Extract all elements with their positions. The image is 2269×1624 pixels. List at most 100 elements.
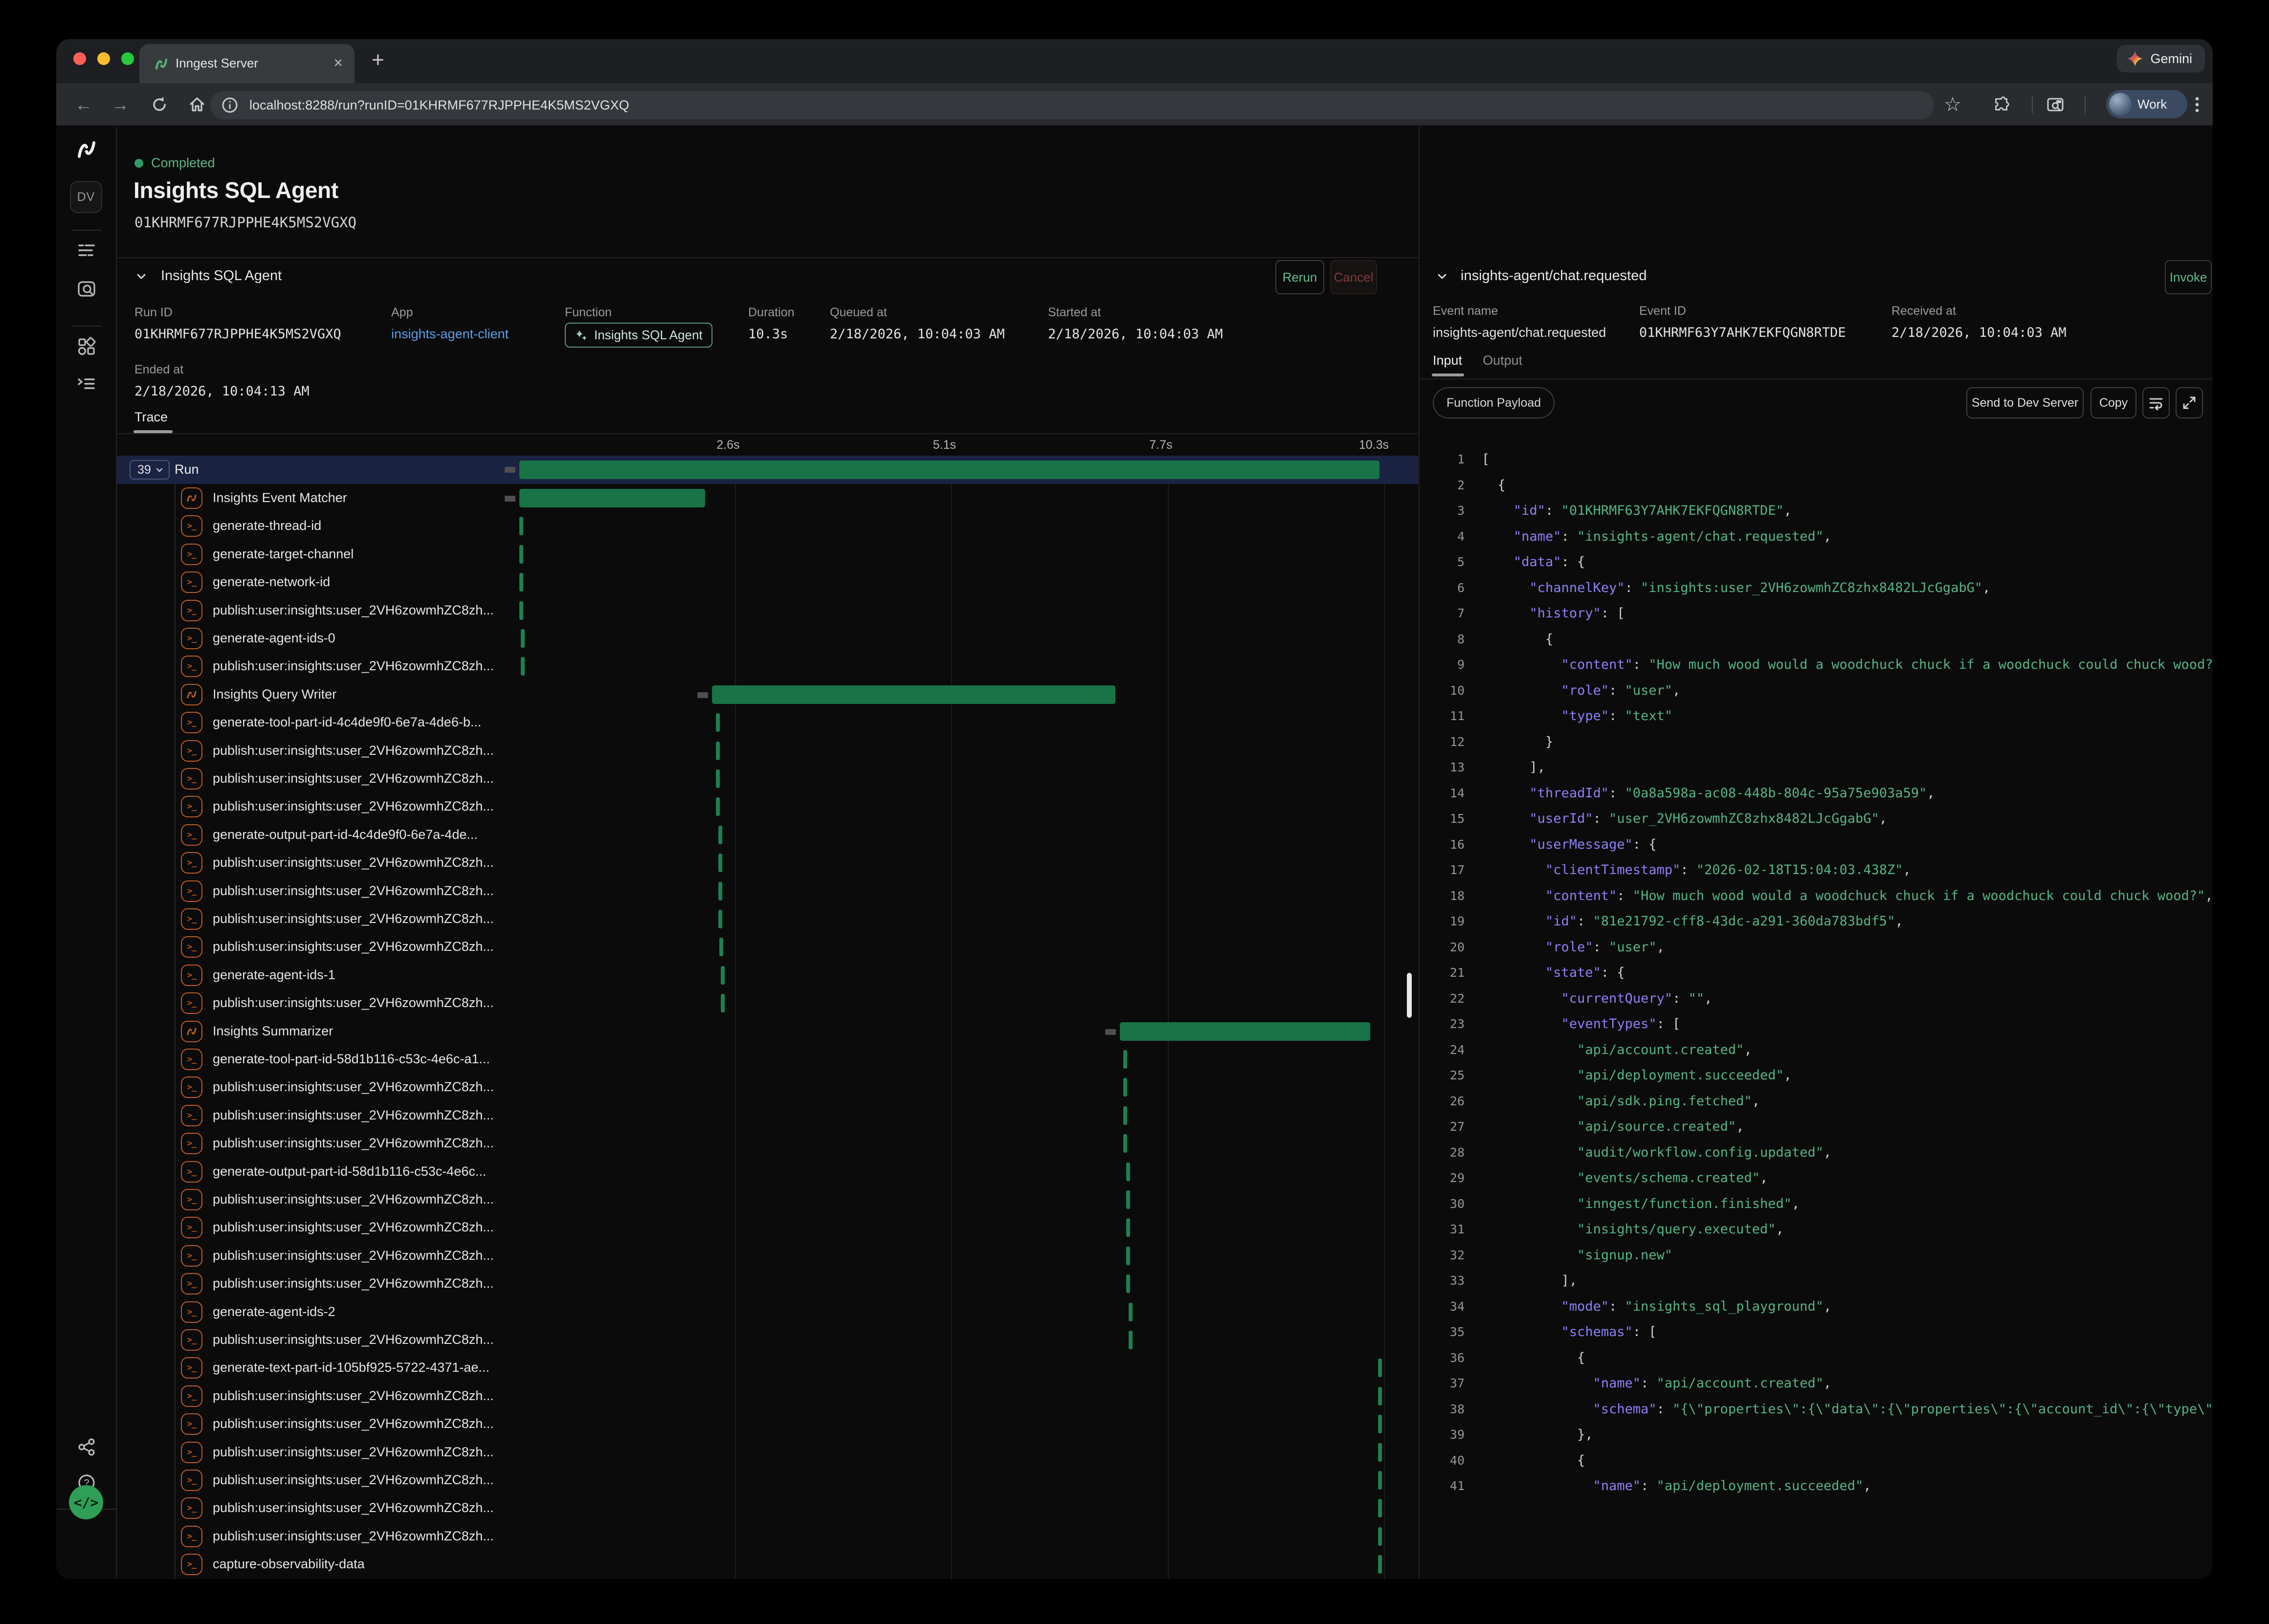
trace-row[interactable]: >_publish:user:insights:user_2VH6zowmhZC…: [117, 1466, 1418, 1494]
app-link[interactable]: insights-agent-client: [391, 327, 509, 342]
minimize-window-button[interactable]: [97, 52, 110, 65]
trace-row-label: publish:user:insights:user_2VH6zowmhZC8z…: [213, 1136, 494, 1151]
trace-row[interactable]: >_generate-text-part-id-105bf925-5722-43…: [117, 1354, 1418, 1382]
trace-row[interactable]: >_publish:user:insights:user_2VH6zowmhZC…: [117, 1494, 1418, 1522]
profile-button[interactable]: Work: [2106, 90, 2187, 118]
reload-icon[interactable]: [147, 92, 172, 117]
tab-output[interactable]: Output: [1483, 353, 1522, 368]
trace-row[interactable]: >_publish:user:insights:user_2VH6zowmhZC…: [117, 1522, 1418, 1551]
line-number: 18: [1421, 883, 1465, 909]
trace-row[interactable]: >_generate-target-channel: [117, 540, 1418, 569]
function-payload-toggle[interactable]: Function Payload: [1433, 387, 1555, 418]
trace-row[interactable]: >_publish:user:insights:user_2VH6zowmhZC…: [117, 1101, 1418, 1130]
trace-row[interactable]: >_generate-output-part-id-58d1b116-c53c-…: [117, 1158, 1418, 1186]
inngest-favicon-icon: [153, 56, 170, 72]
event-section-header[interactable]: insights-agent/chat.requested: [1435, 268, 1646, 284]
tab-input[interactable]: Input: [1433, 353, 1462, 368]
trace-row[interactable]: Insights Summarizer: [117, 1017, 1418, 1046]
sidebar-item-apps[interactable]: [56, 335, 117, 358]
trace-row[interactable]: >_publish:user:insights:user_2VH6zowmhZC…: [117, 1129, 1418, 1158]
trace-row[interactable]: >_generate-agent-ids-0: [117, 624, 1418, 653]
tab-title: Inngest Server: [176, 56, 258, 71]
trace-row[interactable]: >_generate-tool-part-id-58d1b116-c53c-4e…: [117, 1045, 1418, 1074]
extensions-icon[interactable]: [1989, 92, 2014, 117]
run-section-header[interactable]: Insights SQL Agent: [134, 268, 282, 284]
invoke-button[interactable]: Invoke: [2165, 260, 2212, 294]
trace-row[interactable]: >_publish:user:insights:user_2VH6zowmhZC…: [117, 792, 1418, 821]
trace-row[interactable]: >_publish:user:insights:user_2VH6zowmhZC…: [117, 1185, 1418, 1214]
word-wrap-icon[interactable]: [2142, 387, 2170, 418]
send-to-dev-server-button[interactable]: Send to Dev Server: [1966, 387, 2084, 418]
trace-scrollbar-thumb[interactable]: [1407, 973, 1412, 1018]
trace-row[interactable]: >_publish:user:insights:user_2VH6zowmhZC…: [117, 849, 1418, 877]
step-terminal-icon: >_: [181, 600, 202, 621]
trace-row[interactable]: >_publish:user:insights:user_2VH6zowmhZC…: [117, 989, 1418, 1017]
dev-mode-button[interactable]: </>: [69, 1485, 103, 1519]
code-text: }: [1465, 729, 1553, 755]
url-bar[interactable]: localhost:8288/run?runID=01KHRMF677RJPPH…: [210, 91, 1934, 119]
sidebar-item-runs[interactable]: [56, 240, 117, 261]
trace-row[interactable]: >_generate-output-part-id-4c4de9f0-6e7a-…: [117, 821, 1418, 849]
trace-row[interactable]: >_publish:user:insights:user_2VH6zowmhZC…: [117, 1326, 1418, 1354]
trace-row[interactable]: >_generate-agent-ids-2: [117, 1298, 1418, 1326]
sidebar-app-badge[interactable]: DV: [70, 181, 102, 213]
span-bar: [1120, 1022, 1370, 1041]
bookmark-star-icon[interactable]: ☆: [1940, 92, 1965, 117]
trace-row[interactable]: >_generate-thread-id: [117, 512, 1418, 540]
field-value: 10.3s: [748, 327, 795, 342]
trace-row[interactable]: >_publish:user:insights:user_2VH6zowmhZC…: [117, 1242, 1418, 1270]
trace-row[interactable]: >_publish:user:insights:user_2VH6zowmhZC…: [117, 737, 1418, 765]
home-icon[interactable]: [184, 92, 210, 117]
tab-trace[interactable]: Trace: [134, 410, 168, 425]
copy-button[interactable]: Copy: [2091, 387, 2136, 418]
cancel-button[interactable]: Cancel: [1330, 260, 1377, 294]
trace-row[interactable]: >_publish:user:insights:user_2VH6zowmhZC…: [117, 877, 1418, 905]
browser-menu-icon[interactable]: [2184, 92, 2210, 117]
trace-row[interactable]: Insights Event Matcher: [117, 484, 1418, 512]
share-icon[interactable]: [56, 1436, 117, 1458]
span-bar-sliver: [1378, 1471, 1382, 1490]
reading-mode-icon[interactable]: [2043, 92, 2068, 117]
trace-row[interactable]: >_publish:user:insights:user_2VH6zowmhZC…: [117, 1270, 1418, 1298]
back-icon[interactable]: ←: [71, 92, 96, 117]
browser-tab[interactable]: Inngest Server ×: [139, 44, 355, 83]
trace-row[interactable]: >_generate-network-id: [117, 568, 1418, 596]
sidebar-item-events-search[interactable]: [56, 278, 117, 300]
code-text: "data": {: [1465, 549, 1585, 575]
trace-row-label: generate-output-part-id-58d1b116-c53c-4e…: [213, 1164, 486, 1179]
trace-row[interactable]: >_publish:user:insights:user_2VH6zowmhZC…: [117, 765, 1418, 793]
trace-row[interactable]: >_publish:user:insights:user_2VH6zowmhZC…: [117, 596, 1418, 625]
line-number: 33: [1421, 1268, 1465, 1294]
maximize-window-button[interactable]: [121, 52, 134, 65]
trace-row[interactable]: >_publish:user:insights:user_2VH6zowmhZC…: [117, 652, 1418, 680]
trace-row[interactable]: >_publish:user:insights:user_2VH6zowmhZC…: [117, 1382, 1418, 1410]
trace-row[interactable]: >_capture-observability-data: [117, 1550, 1418, 1579]
close-window-button[interactable]: [73, 52, 86, 65]
trace-row[interactable]: >_generate-tool-part-id-4c4de9f0-6e7a-4d…: [117, 708, 1418, 737]
run-span-count-badge[interactable]: 39: [130, 460, 170, 480]
sidebar-item-functions[interactable]: [56, 373, 117, 395]
code-text: "api/source.created",: [1465, 1114, 1744, 1140]
trace-row[interactable]: >_generate-agent-ids-1: [117, 961, 1418, 989]
payload-code-editor[interactable]: 1[2 {3 "id": "01KHRMF63Y7AHK7EKFQGN8RTDE…: [1421, 430, 2213, 1579]
code-text: "name": "insights-agent/chat.requested",: [1465, 524, 1831, 550]
forward-icon[interactable]: →: [108, 92, 133, 117]
new-tab-button[interactable]: +: [372, 48, 384, 72]
trace-row[interactable]: >_publish:user:insights:user_2VH6zowmhZC…: [117, 933, 1418, 961]
field-label: Received at: [1891, 304, 2067, 318]
trace-row[interactable]: Insights Query Writer: [117, 680, 1418, 709]
trace-row[interactable]: >_publish:user:insights:user_2VH6zowmhZC…: [117, 1410, 1418, 1438]
trace-row[interactable]: >_publish:user:insights:user_2VH6zowmhZC…: [117, 1073, 1418, 1101]
rerun-button[interactable]: Rerun: [1275, 260, 1324, 294]
code-text: "inngest/function.finished",: [1465, 1191, 1800, 1217]
gemini-button[interactable]: Gemini: [2117, 45, 2205, 72]
code-line: 15 "userId": "user_2VH6zowmhZC8zhx8482LJ…: [1421, 806, 2213, 832]
function-badge[interactable]: Insights SQL Agent: [565, 323, 712, 348]
trace-row[interactable]: >_publish:user:insights:user_2VH6zowmhZC…: [117, 1213, 1418, 1242]
trace-row[interactable]: >_publish:user:insights:user_2VH6zowmhZC…: [117, 1438, 1418, 1467]
site-info-icon[interactable]: [221, 96, 239, 114]
span-bar-sliver: [1378, 1499, 1382, 1517]
expand-icon[interactable]: [2176, 387, 2203, 418]
trace-row[interactable]: >_publish:user:insights:user_2VH6zowmhZC…: [117, 905, 1418, 933]
tab-close-icon[interactable]: ×: [334, 54, 343, 72]
